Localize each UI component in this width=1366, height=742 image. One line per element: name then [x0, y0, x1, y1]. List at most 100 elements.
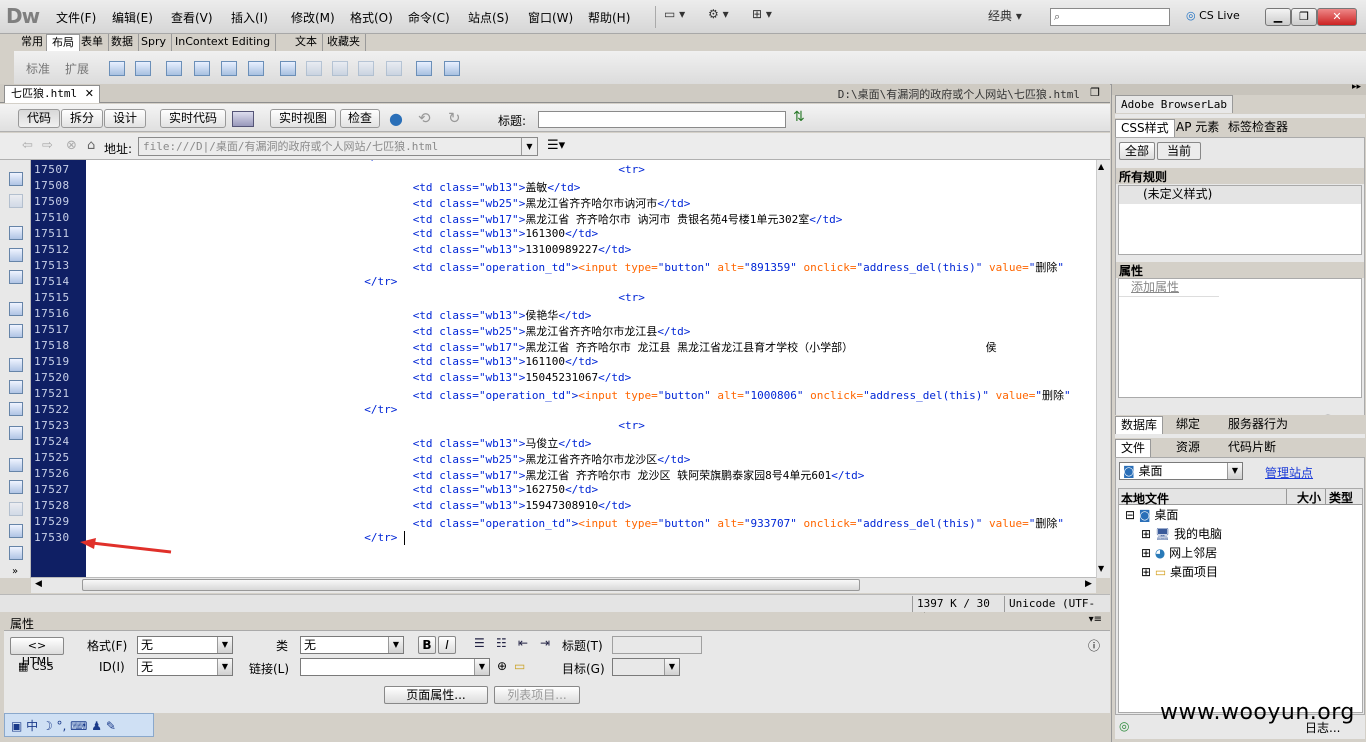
table-icon[interactable]	[280, 61, 296, 76]
folder-icon[interactable]: ▭	[514, 659, 525, 673]
inspect-button[interactable]: 检查	[340, 109, 380, 128]
close-icon[interactable]: ✕	[85, 86, 94, 102]
properties-list[interactable]: 添加属性	[1118, 278, 1362, 398]
scroll-left-arrow-icon[interactable]: ◀	[35, 579, 42, 589]
insert-tab[interactable]: InContext Editing	[170, 34, 277, 51]
menu-item[interactable]: 窗口(W)	[528, 9, 573, 26]
restore-button[interactable]: ❐	[1291, 8, 1317, 26]
frames-icon[interactable]	[444, 61, 460, 76]
iframe-icon[interactable]	[416, 61, 432, 76]
format-select[interactable]: 无 ▼	[137, 636, 233, 654]
menu-item[interactable]: 插入(I)	[231, 9, 268, 26]
spry-tabs-icon[interactable]	[194, 61, 210, 76]
vertical-scrollbar[interactable]: ▲ ▼	[1096, 160, 1110, 578]
title-input[interactable]	[538, 111, 786, 128]
scroll-up-arrow-icon[interactable]: ▲	[1098, 162, 1104, 171]
view-options-icon[interactable]: ☰▾	[547, 138, 565, 153]
bold-button[interactable]: B	[418, 636, 436, 654]
spry-collapsible-icon[interactable]	[248, 61, 264, 76]
workspace-switcher[interactable]: 经典 ▾	[988, 7, 1032, 27]
insert-tab[interactable]: 常用	[16, 34, 49, 51]
menu-item[interactable]: 帮助(H)	[588, 9, 630, 26]
insert-column-right-icon[interactable]	[386, 61, 402, 76]
insert-tab[interactable]: Spry	[136, 34, 172, 51]
back-icon[interactable]: ⇦	[22, 138, 33, 153]
stop-icon[interactable]: ⊗	[66, 138, 77, 153]
panel-tab[interactable]: CSS样式	[1115, 119, 1175, 137]
insert-row-below-icon[interactable]	[332, 61, 348, 76]
minimize-button[interactable]: ▁	[1265, 8, 1291, 26]
menu-item[interactable]: 站点(S)	[468, 9, 509, 26]
expand-icon[interactable]: ⊞	[1141, 527, 1155, 541]
unordered-list-icon[interactable]: ☰	[474, 636, 485, 650]
preview-globe-icon[interactable]: ●	[389, 109, 403, 128]
address-input[interactable]: file:///D|/桌面/有漏洞的政府或个人网站/七匹狼.html	[138, 137, 538, 156]
size-header[interactable]: 大小	[1286, 489, 1321, 505]
all-button[interactable]: 全部	[1119, 142, 1155, 160]
chevron-down-icon[interactable]: ▼	[521, 138, 537, 155]
menu-item[interactable]: 修改(M)	[291, 9, 335, 26]
forward-icon[interactable]: ⇨	[42, 138, 53, 153]
ime-toolbar-icons[interactable]: ▣ 中 ☽ °, ⌨ ♟ ✎	[11, 717, 116, 734]
insert-tab[interactable]: 表单	[76, 34, 109, 51]
live-view-button[interactable]: 实时视图	[270, 109, 336, 128]
file-management-icon[interactable]: ⟲	[418, 109, 431, 127]
panel-tab[interactable]: AP 元素	[1171, 119, 1224, 137]
menu-item[interactable]: 格式(O)	[350, 9, 393, 26]
manage-sites-link[interactable]: 管理站点	[1265, 464, 1313, 481]
collapse-arrows-icon[interactable]: ▸▸	[1352, 82, 1361, 92]
html-mode-button[interactable]: <> HTML	[10, 637, 64, 668]
insert-tab[interactable]: 布局	[46, 34, 80, 51]
panel-collapse-bar[interactable]: ▸▸	[1112, 82, 1366, 95]
expand-icon[interactable]: ⊞	[1141, 565, 1155, 579]
target-select[interactable]: ▼	[612, 658, 680, 676]
restore-doc-icon[interactable]: ❐	[1090, 86, 1100, 99]
scroll-right-arrow-icon[interactable]: ▶	[1085, 579, 1092, 589]
site-select[interactable]: ◙ 桌面 ▼	[1119, 462, 1243, 480]
panel-tab[interactable]: 绑定	[1171, 416, 1205, 434]
horizontal-scroll-thumb[interactable]	[82, 579, 860, 591]
document-tab[interactable]: 七匹狼.html ✕	[4, 85, 100, 103]
split-view-button[interactable]: 拆分	[61, 109, 103, 128]
rules-list[interactable]: (未定义样式)	[1118, 185, 1362, 255]
gear-icon[interactable]: ⚙ ▾	[708, 7, 742, 27]
italic-button[interactable]: I	[438, 636, 456, 654]
undefined-style-item[interactable]: (未定义样式)	[1119, 186, 1361, 204]
tree-item[interactable]: ⊞ ◕ 网上邻居	[1141, 545, 1341, 563]
layout-menu-button[interactable]: ▭ ▾	[664, 7, 700, 27]
browserlab-tab[interactable]: Adobe BrowserLab	[1115, 95, 1233, 113]
scroll-down-arrow-icon[interactable]: ▼	[1098, 564, 1104, 573]
browser-compat-icon[interactable]	[232, 111, 254, 127]
panel-tab[interactable]: 代码片断	[1223, 439, 1281, 457]
tree-root[interactable]: ⊟ ◙ 桌面	[1125, 507, 1178, 525]
insert-tab[interactable]: 数据	[106, 34, 139, 51]
class-select[interactable]: 无 ▼	[300, 636, 404, 654]
spry-menu-icon[interactable]	[166, 61, 182, 76]
help-icon[interactable]: ⓘ	[1088, 637, 1100, 654]
design-view-button[interactable]: 设计	[104, 109, 146, 128]
expanded-view-button[interactable]: 扩展	[65, 60, 89, 77]
type-header[interactable]: 类型	[1325, 489, 1353, 505]
files-tree[interactable]: 本地文件 大小 类型 ⊟ ◙ 桌面 ⊞ 🖥 我的电脑 ⊞ ◕ 网上邻居 ⊞ ▭ 桌面…	[1118, 488, 1363, 713]
insert-column-icon[interactable]	[358, 61, 374, 76]
insert-tab[interactable]: 收藏夹	[322, 34, 366, 51]
local-files-header[interactable]: 本地文件	[1121, 490, 1169, 507]
connect-icon[interactable]: ◎	[1119, 719, 1129, 733]
live-code-button[interactable]: 实时代码	[160, 109, 226, 128]
menu-item[interactable]: 查看(V)	[171, 9, 213, 26]
outdent-icon[interactable]: ⇤	[518, 636, 528, 650]
tree-item[interactable]: ⊞ 🖥 我的电脑	[1141, 526, 1341, 544]
point-to-file-icon[interactable]: ⊕	[497, 659, 507, 673]
indent-icon[interactable]: ⇥	[540, 636, 550, 650]
menu-item[interactable]: 文件(F)	[56, 9, 96, 26]
refresh-icon[interactable]: ↻	[448, 109, 461, 127]
site-menu-icon[interactable]: ⊞ ▾	[752, 7, 786, 27]
spry-accordion-icon[interactable]	[221, 61, 237, 76]
link-input[interactable]: ▼	[300, 658, 490, 676]
add-property-link[interactable]: 添加属性	[1119, 279, 1219, 297]
expand-icon[interactable]: ⊞	[1141, 546, 1155, 560]
cs-live-button[interactable]: ◎ CS Live	[1186, 9, 1240, 22]
tree-item[interactable]: ⊞ ▭ 桌面项目	[1141, 564, 1341, 582]
close-button[interactable]: ✕	[1317, 8, 1357, 26]
standard-view-button[interactable]: 标准	[26, 60, 50, 77]
